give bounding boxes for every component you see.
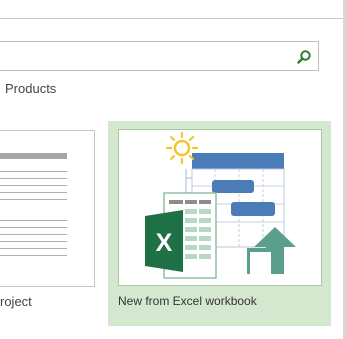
template-tile-new-from-excel[interactable]: X New from Excel workbook bbox=[108, 121, 331, 326]
template-caption-new-from-excel: New from Excel workbook bbox=[118, 294, 257, 308]
template-search-box[interactable] bbox=[0, 41, 319, 71]
category-products-link[interactable]: Products bbox=[5, 81, 56, 96]
svg-text:X: X bbox=[156, 229, 173, 257]
search-icon[interactable] bbox=[296, 49, 312, 65]
template-caption-project: roject bbox=[0, 294, 32, 309]
header-divider bbox=[0, 18, 346, 19]
project-template-thumbnail bbox=[0, 153, 67, 256]
sun-icon bbox=[165, 131, 199, 165]
excel-template-thumbnail: X bbox=[118, 129, 322, 286]
excel-workbook-icon: X bbox=[145, 192, 217, 279]
template-tile-project[interactable] bbox=[0, 130, 95, 287]
